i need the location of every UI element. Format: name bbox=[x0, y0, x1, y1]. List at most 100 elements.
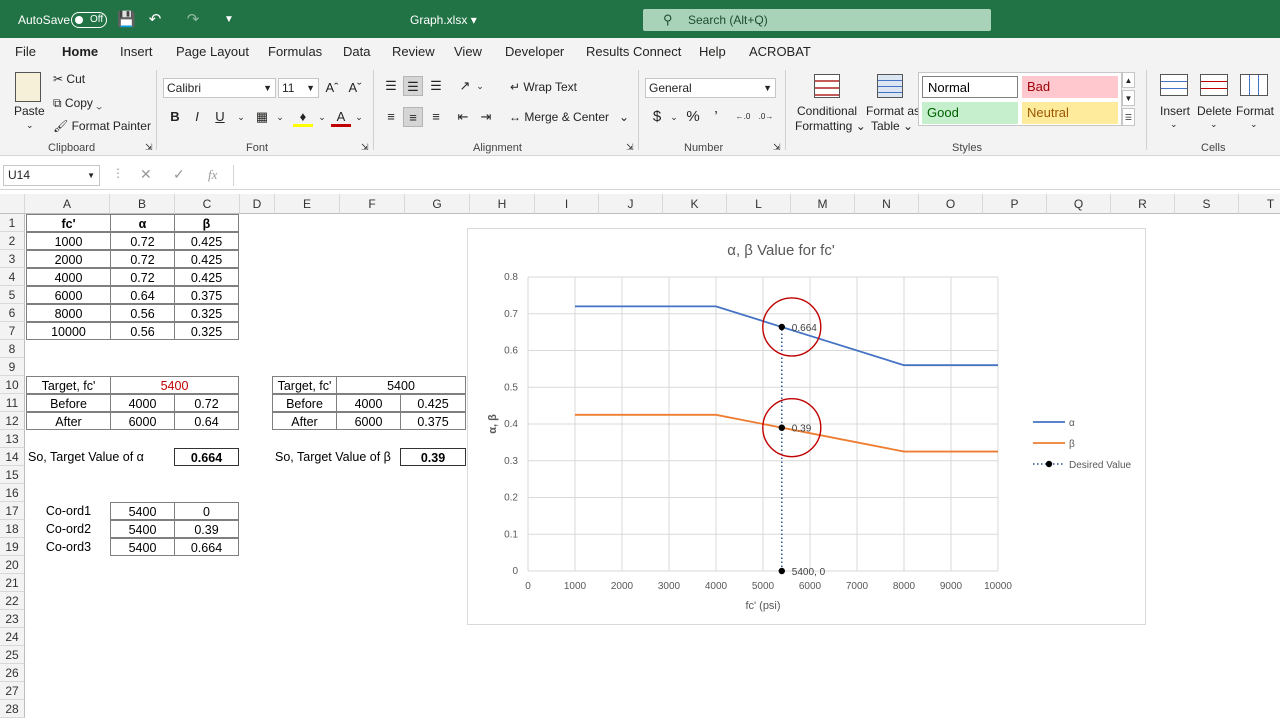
tab-home[interactable]: Home bbox=[62, 44, 99, 67]
style-neutral[interactable]: Neutral bbox=[1022, 102, 1118, 124]
row-header-10[interactable]: 10 bbox=[0, 376, 25, 394]
format-as-table-label[interactable]: Table ⌄ bbox=[871, 119, 913, 133]
row-header-20[interactable]: 20 bbox=[0, 556, 25, 574]
table-cell[interactable]: 0.64 bbox=[110, 286, 175, 304]
column-header-h[interactable]: H bbox=[470, 194, 535, 214]
row-header-16[interactable]: 16 bbox=[0, 484, 25, 502]
alpha-before-fc[interactable]: 4000 bbox=[110, 394, 175, 412]
borders-dropdown-icon[interactable]: ⌄ bbox=[270, 107, 290, 127]
row-header-3[interactable]: 3 bbox=[0, 250, 25, 268]
paste-button[interactable]: Paste bbox=[14, 104, 45, 118]
insert-function-icon[interactable]: fx bbox=[208, 167, 217, 183]
tab-insert[interactable]: Insert bbox=[120, 44, 153, 59]
row-header-9[interactable]: 9 bbox=[0, 358, 25, 376]
delete-cells-icon[interactable] bbox=[1200, 74, 1228, 96]
row-header-22[interactable]: 22 bbox=[0, 592, 25, 610]
column-header-o[interactable]: O bbox=[919, 194, 983, 214]
tab-formulas[interactable]: Formulas bbox=[268, 44, 322, 59]
styles-scroll-up-icon[interactable]: ▲ bbox=[1122, 72, 1135, 88]
insert-cells-button[interactable]: Insert bbox=[1160, 104, 1190, 118]
merge-center-button[interactable]: ↔ Merge & Center ⌄ bbox=[509, 110, 629, 124]
increase-font-icon[interactable]: Aˆ bbox=[322, 78, 342, 98]
decrease-indent-icon[interactable]: ⇤ bbox=[453, 107, 473, 127]
row-header-8[interactable]: 8 bbox=[0, 340, 25, 358]
decrease-decimal-icon[interactable]: .0→ bbox=[756, 107, 776, 127]
row-header-18[interactable]: 18 bbox=[0, 520, 25, 538]
alignment-launcher-icon[interactable]: ⇲ bbox=[626, 142, 634, 153]
table-cell[interactable]: 0.425 bbox=[174, 250, 239, 268]
font-name-dropdown[interactable]: Calibri ▼ bbox=[163, 78, 276, 98]
table-cell[interactable]: 0.56 bbox=[110, 304, 175, 322]
coord3-x[interactable]: 5400 bbox=[110, 538, 175, 556]
line-chart[interactable]: α, β Value for fc' 0 1000 2000 3000 4000 5000 6… bbox=[467, 228, 1146, 625]
comma-style-icon[interactable]: ’ bbox=[706, 107, 726, 127]
table-cell[interactable]: 0.72 bbox=[110, 250, 175, 268]
tab-results-connect[interactable]: Results Connect bbox=[586, 44, 681, 59]
style-bad[interactable]: Bad bbox=[1022, 76, 1118, 98]
autosave-toggle[interactable]: Off bbox=[71, 12, 107, 28]
table-cell[interactable]: 0.56 bbox=[110, 322, 175, 340]
more-options-icon[interactable]: ⋮ bbox=[112, 166, 124, 180]
underline-button[interactable]: U bbox=[210, 107, 230, 127]
row-header-2[interactable]: 2 bbox=[0, 232, 25, 250]
row-header-25[interactable]: 25 bbox=[0, 646, 25, 664]
alpha-target-value[interactable]: 5400 bbox=[110, 376, 239, 394]
column-header-n[interactable]: N bbox=[855, 194, 919, 214]
beta-result-label[interactable]: So, Target Value of β bbox=[275, 448, 400, 466]
copy-button[interactable]: ⧉ Copy ⌄ bbox=[53, 96, 102, 111]
table-cell[interactable]: 8000 bbox=[26, 304, 111, 322]
beta-after-value[interactable]: 0.375 bbox=[400, 412, 466, 430]
column-header-r[interactable]: R bbox=[1111, 194, 1175, 214]
font-color-dropdown-icon[interactable]: ⌄ bbox=[349, 107, 369, 127]
row-header-23[interactable]: 23 bbox=[0, 610, 25, 628]
column-header-q[interactable]: Q bbox=[1047, 194, 1111, 214]
orientation-dropdown-icon[interactable]: ⌄ bbox=[470, 76, 490, 96]
insert-cells-icon[interactable] bbox=[1160, 74, 1188, 96]
column-header-k[interactable]: K bbox=[663, 194, 727, 214]
table-cell[interactable]: 0.375 bbox=[174, 286, 239, 304]
table-cell[interactable]: 0.425 bbox=[174, 232, 239, 250]
column-header-s[interactable]: S bbox=[1175, 194, 1239, 214]
align-right-icon[interactable]: ≡ bbox=[426, 107, 446, 127]
table-cell[interactable]: 6000 bbox=[26, 286, 111, 304]
file-name[interactable]: Graph.xlsx ▾ bbox=[410, 13, 477, 27]
delete-dropdown-icon[interactable]: ⌄ bbox=[1210, 119, 1218, 130]
alpha-result-label[interactable]: So, Target Value of α bbox=[28, 448, 173, 466]
alpha-before-value[interactable]: 0.72 bbox=[174, 394, 239, 412]
format-cells-button[interactable]: Format bbox=[1236, 104, 1274, 118]
table-cell[interactable]: 0.72 bbox=[110, 268, 175, 286]
row-header-17[interactable]: 17 bbox=[0, 502, 25, 520]
row-header-15[interactable]: 15 bbox=[0, 466, 25, 484]
tab-file[interactable]: File bbox=[15, 44, 36, 59]
row-header-14[interactable]: 14 bbox=[0, 448, 25, 466]
row-header-12[interactable]: 12 bbox=[0, 412, 25, 430]
clipboard-launcher-icon[interactable]: ⇲ bbox=[145, 142, 153, 153]
customize-qat-icon[interactable]: ▼ bbox=[220, 11, 238, 29]
coord1-x[interactable]: 5400 bbox=[110, 502, 175, 520]
column-header-a[interactable]: A bbox=[25, 194, 110, 214]
beta-before-fc[interactable]: 4000 bbox=[336, 394, 401, 412]
column-header-p[interactable]: P bbox=[983, 194, 1047, 214]
tab-help[interactable]: Help bbox=[699, 44, 726, 59]
coord3-y[interactable]: 0.664 bbox=[174, 538, 239, 556]
format-cells-icon[interactable] bbox=[1240, 74, 1268, 96]
alpha-target-label[interactable]: Target, fc' bbox=[26, 376, 111, 394]
decrease-font-icon[interactable]: Aˇ bbox=[345, 78, 365, 98]
borders-icon[interactable]: ▦ bbox=[252, 107, 272, 127]
font-launcher-icon[interactable]: ⇲ bbox=[361, 142, 369, 153]
column-header-i[interactable]: I bbox=[535, 194, 599, 214]
align-middle-icon[interactable]: ☰ bbox=[403, 76, 423, 96]
alpha-after-fc[interactable]: 6000 bbox=[110, 412, 175, 430]
name-box-dropdown-icon[interactable]: ▼ bbox=[87, 166, 95, 185]
header-beta[interactable]: β bbox=[174, 214, 239, 232]
undo-icon[interactable]: ↶ bbox=[146, 11, 164, 29]
header-alpha[interactable]: α bbox=[110, 214, 175, 232]
alpha-before-label[interactable]: Before bbox=[26, 394, 111, 412]
table-cell[interactable]: 4000 bbox=[26, 268, 111, 286]
styles-scroll-down-icon[interactable]: ▼ bbox=[1122, 90, 1135, 106]
fill-color-dropdown-icon[interactable]: ⌄ bbox=[312, 107, 332, 127]
row-header-4[interactable]: 4 bbox=[0, 268, 25, 286]
beta-before-value[interactable]: 0.425 bbox=[400, 394, 466, 412]
table-cell[interactable]: 0.72 bbox=[110, 232, 175, 250]
row-header-5[interactable]: 5 bbox=[0, 286, 25, 304]
